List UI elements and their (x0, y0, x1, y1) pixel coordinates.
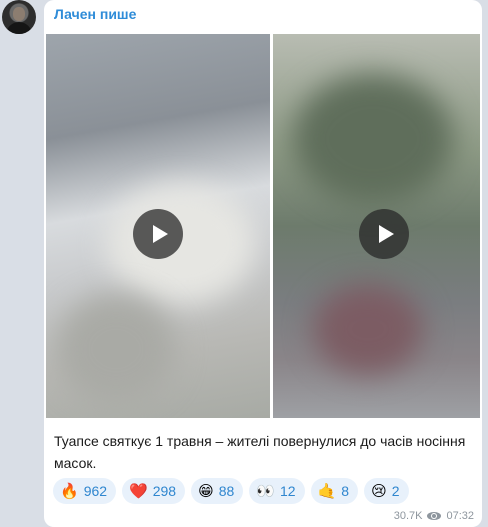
video-thumbnail-2[interactable] (273, 34, 480, 418)
reaction-fire[interactable]: 🔥 962 (53, 478, 117, 504)
reaction-count: 8 (341, 483, 350, 499)
eye-icon (427, 512, 442, 520)
view-count: 30.7K (393, 510, 423, 522)
play-button[interactable] (359, 209, 409, 259)
fire-icon: 🔥 (60, 482, 79, 500)
sender-name[interactable]: Лачен пише (54, 6, 136, 22)
reaction-count: 2 (391, 483, 400, 499)
message-time: 07:32 (446, 510, 474, 522)
message-meta: 30.7K 07:32 (394, 510, 474, 522)
reaction-count: 12 (280, 483, 296, 499)
avatar-face (13, 7, 25, 21)
reactions-bar: 🔥 962 ❤️ 298 😁 88 👀 12 🤙 8 😢 2 (53, 478, 409, 504)
blur-shape (106, 184, 256, 304)
grin-icon: 😁 (198, 482, 214, 500)
reaction-eyes[interactable]: 👀 12 (249, 478, 305, 504)
reaction-count: 298 (152, 483, 177, 499)
blur-shape (56, 294, 176, 404)
blur-shape (313, 284, 423, 374)
avatar-body (6, 22, 32, 34)
play-button[interactable] (133, 209, 183, 259)
reaction-hand[interactable]: 🤙 8 (310, 478, 359, 504)
reaction-count: 962 (83, 483, 108, 499)
blur-shape (293, 74, 453, 204)
reaction-heart[interactable]: ❤️ 298 (122, 478, 186, 504)
message-bubble: Лачен пише Туапсе святкує 1 травня – жит… (44, 0, 482, 527)
call-me-hand-icon: 🤙 (317, 482, 337, 500)
channel-avatar[interactable] (2, 0, 36, 34)
video-thumbnail-1[interactable] (46, 34, 270, 418)
reaction-cry[interactable]: 😢 2 (364, 478, 409, 504)
reaction-grin[interactable]: 😁 88 (191, 478, 244, 504)
crying-face-icon: 😢 (371, 482, 387, 500)
post-caption: Туапсе святкує 1 травня – жителі поверну… (54, 433, 466, 471)
reaction-count: 88 (218, 483, 235, 499)
heart-icon: ❤️ (129, 482, 148, 500)
eyes-icon: 👀 (256, 482, 275, 500)
